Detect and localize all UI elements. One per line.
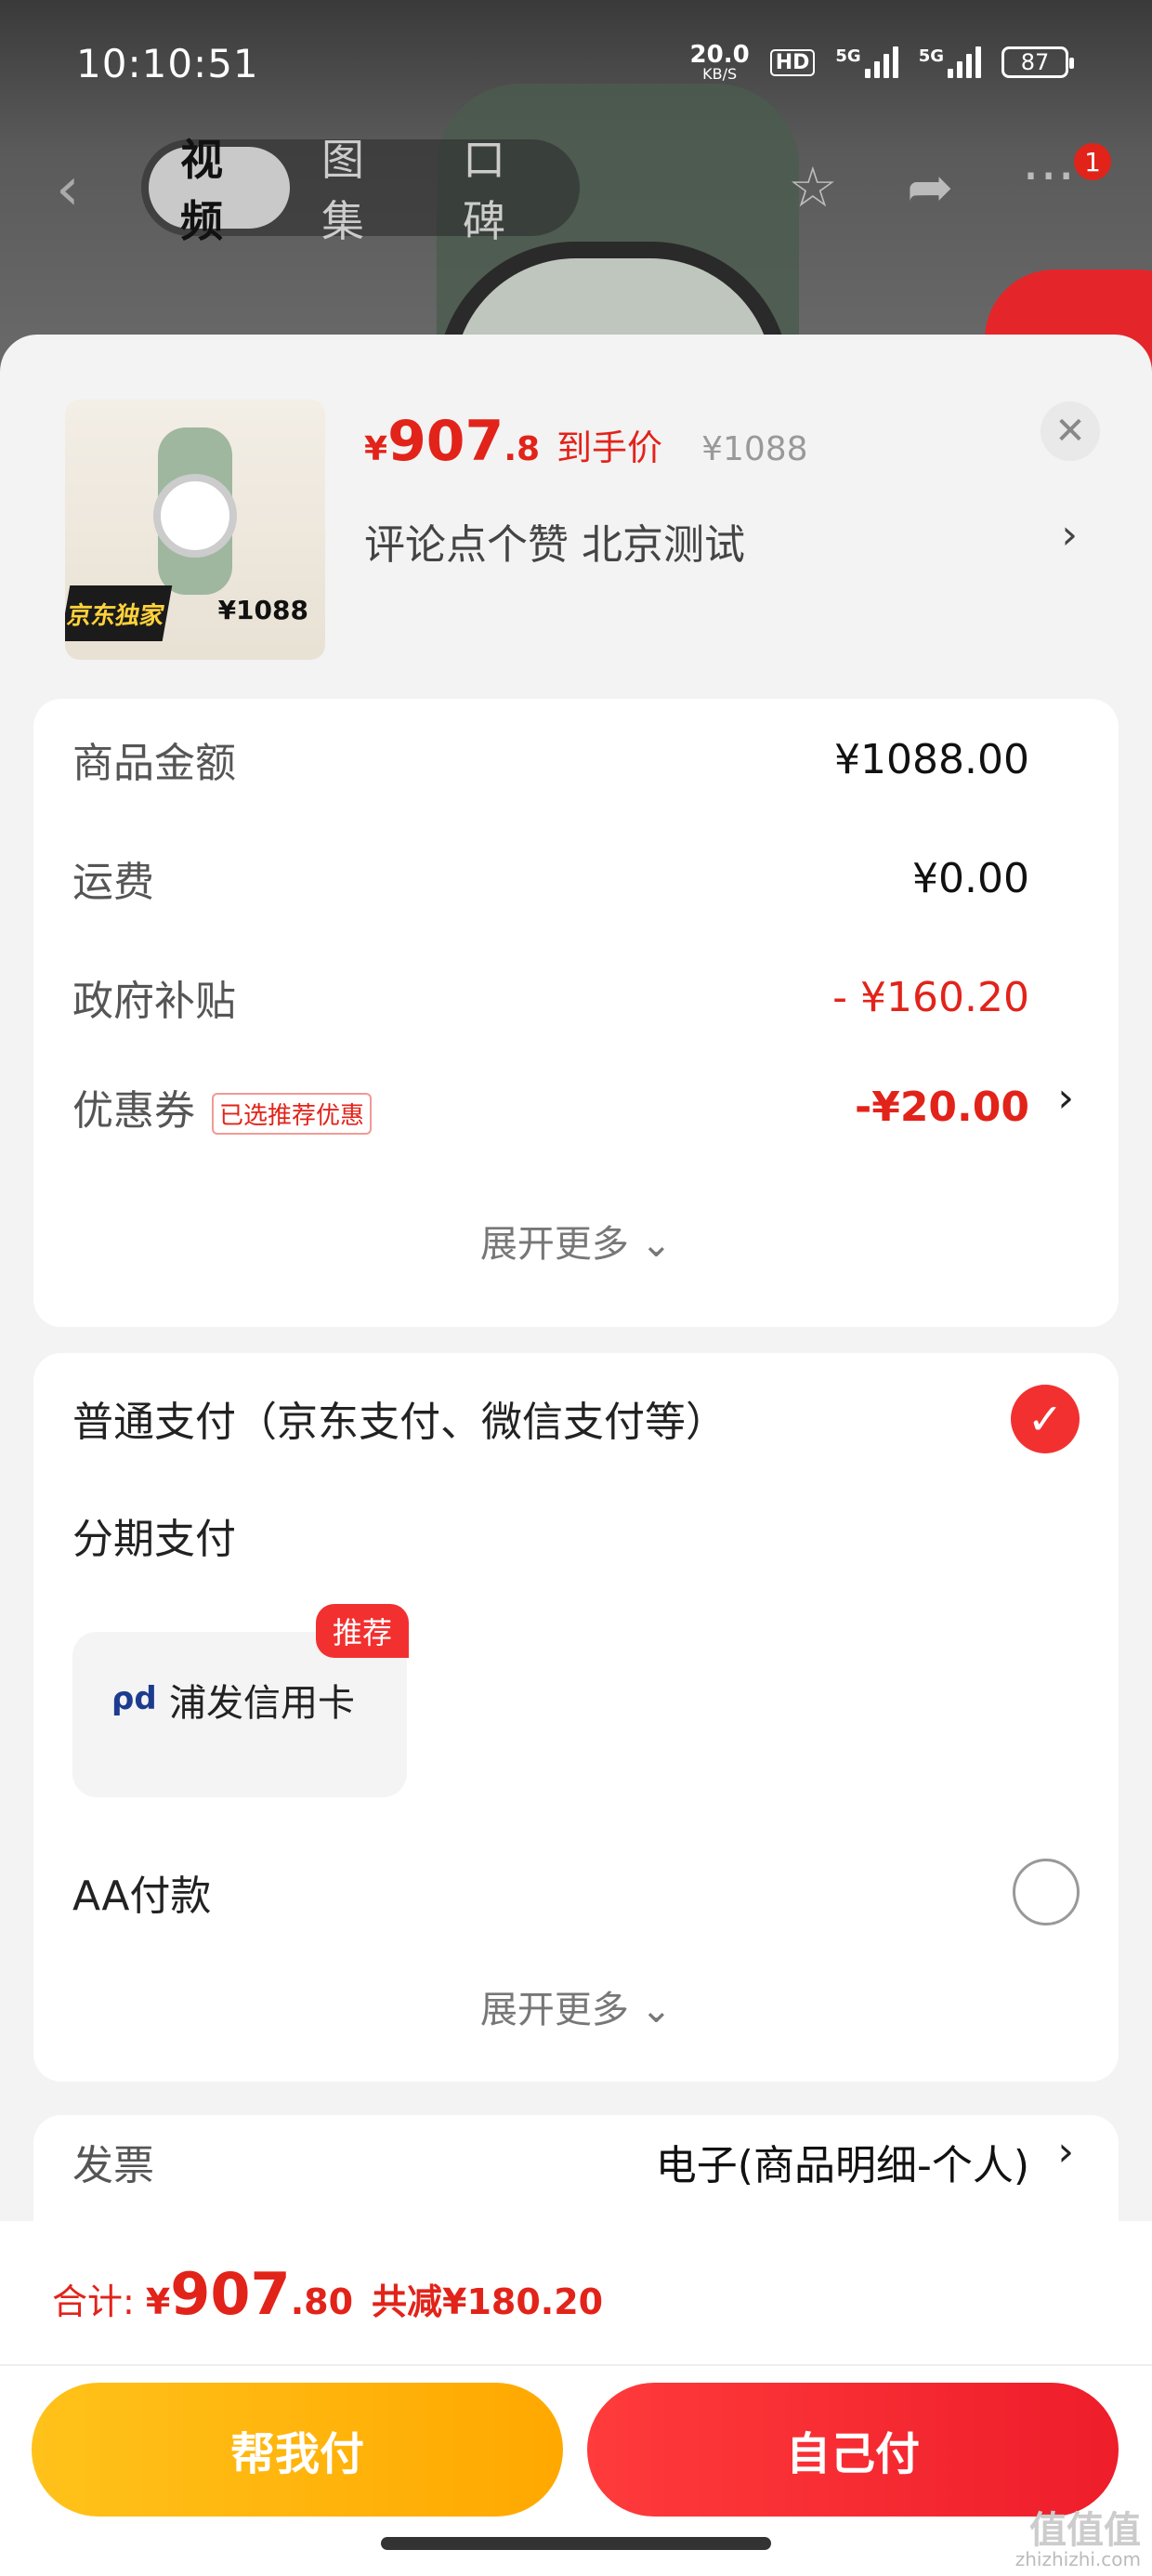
chevron-right-icon[interactable]: › xyxy=(1057,2128,1074,2175)
media-tabs: 视频 图集 口碑 xyxy=(141,135,580,246)
tab-reviews[interactable]: 口碑 xyxy=(431,135,572,246)
expand-more-fees[interactable]: 展开更多 ⌄ xyxy=(33,1214,1119,1268)
chevron-down-icon: ⌄ xyxy=(640,1223,673,1266)
payment-card: 普通支付（京东支付、微信支付等） ✓ 分期支付 推荐 ρd 浦发信用卡 AA付款… xyxy=(33,1353,1119,2082)
pay-myself-button[interactable]: 自己付 xyxy=(587,2383,1119,2517)
checkmark-icon[interactable]: ✓ xyxy=(1011,1385,1080,1453)
fee-row-coupon[interactable]: 优惠券 已选推荐优惠 -¥20.00 xyxy=(72,1074,1029,1139)
status-time: 10:10:51 xyxy=(76,41,259,86)
back-icon[interactable]: ‹ xyxy=(56,160,80,219)
signal-icon-1: 5G xyxy=(835,46,898,78)
watermark-logo: 值值值 xyxy=(1029,2509,1141,2552)
chevron-right-icon[interactable]: › xyxy=(1061,511,1078,559)
chevron-down-icon: ⌄ xyxy=(640,1989,673,2031)
close-icon[interactable]: ✕ xyxy=(1041,401,1100,461)
product-price: ¥ 907 .8 到手价 ¥1088 xyxy=(364,409,808,474)
bank-name: 浦发信用卡 xyxy=(169,1682,355,1725)
tab-video[interactable]: 视频 xyxy=(149,135,290,246)
bank-option[interactable]: 推荐 ρd 浦发信用卡 xyxy=(72,1604,409,1797)
spdb-logo-icon: ρd xyxy=(111,1680,157,1717)
divider xyxy=(0,2364,1152,2366)
tab-gallery[interactable]: 图集 xyxy=(290,135,431,246)
coupon-chip: 已选推荐优惠 xyxy=(212,1092,373,1135)
help-me-pay-button[interactable]: 帮我付 xyxy=(32,2383,563,2517)
fee-card: 商品金额 ¥1088.00 运费 ¥0.00 政府补贴 - ¥160.20 优惠… xyxy=(33,699,1119,1327)
fee-row-goods: 商品金额 ¥1088.00 xyxy=(72,735,1029,788)
favorite-star-icon[interactable]: ☆ xyxy=(788,160,838,216)
fee-row-subsidy: 政府补贴 - ¥160.20 xyxy=(72,973,1029,1026)
aa-radio[interactable] xyxy=(1013,1859,1080,1925)
share-icon[interactable]: ➦ xyxy=(907,160,953,216)
top-nav: ‹ 视频 图集 口碑 ☆ ➦ ··· 1 xyxy=(0,135,1152,246)
chevron-right-icon[interactable]: › xyxy=(1057,1074,1074,1122)
status-bar: 10:10:51 20.0 KB/S HD 5G 5G 87 xyxy=(0,0,1152,130)
payment-normal[interactable]: 普通支付（京东支付、微信支付等） xyxy=(72,1381,970,1455)
home-indicator[interactable] xyxy=(381,2537,771,2550)
more-icon[interactable]: ··· xyxy=(1022,149,1075,204)
status-icons: 20.0 KB/S HD 5G 5G 87 xyxy=(689,41,1074,83)
invoice-row[interactable]: 发票 电子(商品明细-个人) xyxy=(72,2124,1029,2199)
recommend-badge: 推荐 xyxy=(315,1604,409,1658)
watermark-url: zhizhizhi.com xyxy=(1015,2548,1141,2570)
payment-aa[interactable]: AA付款 xyxy=(72,1855,1029,1929)
notification-badge: 1 xyxy=(1074,143,1111,180)
product-thumbnail: 京东独家 ¥1088 xyxy=(65,400,325,660)
battery-icon: 87 xyxy=(1001,46,1074,78)
bottom-bar: 合计: ¥ 907 .80 共减¥180.20 帮我付 自己付 xyxy=(0,2221,1152,2576)
product-spec[interactable]: 评论点个赞 北京测试 xyxy=(364,511,745,571)
expand-more-payment[interactable]: 展开更多 ⌄ xyxy=(33,1979,1119,2033)
net-speed: 20.0 KB/S xyxy=(689,41,750,83)
payment-installment: 分期支付 xyxy=(72,1516,236,1563)
fee-row-shipping: 运费 ¥0.00 xyxy=(72,854,1029,907)
hd-icon: HD xyxy=(769,48,816,76)
product-summary: 京东独家 ¥1088 ¥ 907 .8 到手价 ¥1088 ✕ 评论点个赞 北京… xyxy=(0,335,1152,688)
signal-icon-2: 5G xyxy=(919,46,981,78)
order-total: 合计: ¥ 907 .80 共减¥180.20 xyxy=(52,2260,604,2328)
